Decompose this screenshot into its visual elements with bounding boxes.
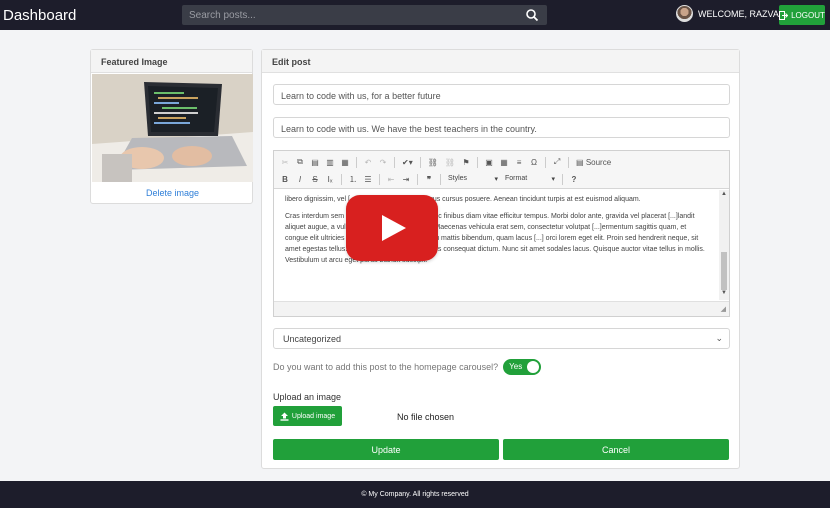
anchor-flag-icon[interactable]: ⚑: [462, 158, 470, 167]
laptop-photo: [92, 74, 253, 182]
toggle-label: Yes: [509, 362, 523, 371]
editor-footer: ◢: [274, 301, 729, 316]
paste-icon[interactable]: ▤: [311, 158, 319, 167]
welcome-text: WELCOME, RAZVAN: [698, 8, 786, 19]
cut-icon[interactable]: ✂: [281, 158, 289, 167]
toolbar-separator: [440, 173, 441, 185]
toolbar-separator: [562, 173, 563, 185]
toolbar-separator: [379, 173, 380, 185]
spellcheck-icon[interactable]: ✔▾: [402, 158, 413, 167]
search-input[interactable]: [182, 5, 522, 25]
scroll-up-icon[interactable]: ▲: [721, 191, 727, 197]
resize-handle-icon[interactable]: ◢: [721, 305, 726, 313]
file-status: No file chosen: [397, 412, 455, 422]
editor-content[interactable]: libero dignissim, vel [...]uris cursus a…: [274, 190, 718, 300]
toolbar-row-1: ✂ ⧉ ▤ ▥ ▦ ↶ ↷ ✔▾ ⛓ ⛓ ⚑ ▣ ▦ ≡ Ω ⤢ ▤ Sourc…: [281, 155, 618, 169]
search-icon[interactable]: [525, 8, 539, 22]
toolbar-separator: [419, 156, 421, 168]
cancel-button[interactable]: Cancel: [503, 439, 729, 460]
link-icon[interactable]: ⛓: [428, 158, 438, 167]
edit-post-card: Edit post Learn to code with us, for a b…: [261, 49, 740, 469]
toolbar-separator: [545, 156, 547, 168]
chevron-down-icon: ▾: [551, 176, 555, 183]
logout-button[interactable]: LOGOUT: [779, 5, 825, 25]
upload-heading: Upload an image: [273, 392, 342, 402]
carousel-toggle[interactable]: Yes: [503, 359, 542, 375]
blockquote-icon[interactable]: ❞: [425, 175, 433, 184]
remove-format-icon[interactable]: Ⅰₓ: [326, 175, 334, 184]
post-subtitle-input[interactable]: Learn to code with us. We have the best …: [273, 117, 730, 138]
logout-icon: [779, 10, 789, 20]
maximize-icon[interactable]: ⤢: [553, 157, 561, 167]
carousel-question: Do you want to add this post to the home…: [273, 362, 499, 372]
chevron-down-icon: ▾: [494, 176, 498, 183]
edit-post-title: Edit post: [262, 50, 739, 73]
format-label: Format: [505, 175, 528, 182]
source-label: Source: [585, 157, 612, 167]
category-value: Uncategorized: [283, 334, 342, 344]
source-button[interactable]: ▤ Source: [576, 158, 611, 167]
logout-label: LOGOUT: [791, 10, 825, 20]
carousel-option: Do you want to add this post to the home…: [273, 359, 542, 375]
scrollbar-thumb[interactable]: [721, 252, 727, 290]
paste-word-icon[interactable]: ▦: [341, 158, 349, 167]
featured-image-title: Featured Image: [91, 50, 252, 73]
search-bar: [182, 5, 547, 25]
toolbar-separator: [356, 156, 357, 168]
category-select[interactable]: Uncategorized ⌄: [273, 328, 730, 349]
styles-label: Styles: [448, 175, 468, 182]
special-char-icon[interactable]: Ω: [530, 158, 538, 167]
redo-icon[interactable]: ↷: [379, 158, 387, 167]
copy-icon[interactable]: ⧉: [296, 157, 304, 167]
paste-text-icon[interactable]: ▥: [326, 158, 334, 167]
unlink-icon[interactable]: ⛓: [445, 158, 455, 167]
strike-button[interactable]: S: [311, 175, 319, 184]
styles-dropdown[interactable]: Styles ▾: [448, 175, 498, 183]
toolbar-separator: [477, 156, 479, 168]
indent-icon[interactable]: ⇥: [402, 175, 410, 184]
delete-image-link[interactable]: Delete image: [91, 188, 254, 198]
table-icon[interactable]: ▦: [500, 158, 508, 167]
update-button[interactable]: Update: [273, 439, 499, 460]
upload-image-button[interactable]: Upload image: [273, 406, 342, 426]
editor-toolbar: ✂ ⧉ ▤ ▥ ▦ ↶ ↷ ✔▾ ⛓ ⛓ ⚑ ▣ ▦ ≡ Ω ⤢ ▤ Sourc…: [274, 151, 729, 189]
toolbar-separator: [394, 156, 395, 168]
toolbar-separator: [417, 173, 418, 185]
upload-icon: [280, 412, 289, 421]
featured-image: [92, 74, 253, 182]
post-title-input[interactable]: Learn to code with us, for a better futu…: [273, 84, 730, 105]
scroll-down-icon[interactable]: ▼: [721, 290, 727, 296]
toolbar-separator: [568, 156, 570, 168]
editor-scrollbar[interactable]: ▲ ▼: [719, 190, 729, 300]
outdent-icon[interactable]: ⇤: [387, 175, 395, 184]
chevron-down-icon: ⌄: [715, 333, 723, 343]
help-button[interactable]: ?: [570, 175, 578, 184]
horizontal-rule-icon[interactable]: ≡: [515, 158, 523, 167]
rich-text-editor: ✂ ⧉ ▤ ▥ ▦ ↶ ↷ ✔▾ ⛓ ⛓ ⚑ ▣ ▦ ≡ Ω ⤢ ▤ Sourc…: [273, 150, 730, 317]
toggle-knob: [527, 361, 540, 373]
numbered-list-icon[interactable]: ⒈: [349, 174, 357, 185]
upload-button-label: Upload image: [291, 412, 336, 420]
format-dropdown[interactable]: Format ▾: [505, 175, 555, 183]
toolbar-row-2: B I S Ⅰₓ ⒈ ☰ ⇤ ⇥ ❞ Styles ▾ Format ▾ ?: [281, 172, 585, 186]
featured-image-card: Featured Image Delete image: [90, 49, 253, 204]
bulleted-list-icon[interactable]: ☰: [364, 175, 372, 184]
video-play-icon[interactable]: [346, 195, 438, 261]
italic-button[interactable]: I: [296, 175, 304, 184]
page-footer: © My Company. All rights reserved: [0, 481, 830, 508]
avatar: [676, 5, 693, 22]
bold-button[interactable]: B: [281, 175, 289, 184]
brand-title[interactable]: Dashboard: [3, 7, 76, 24]
undo-icon[interactable]: ↶: [364, 158, 372, 167]
image-icon[interactable]: ▣: [485, 158, 493, 167]
toolbar-separator: [341, 173, 342, 185]
